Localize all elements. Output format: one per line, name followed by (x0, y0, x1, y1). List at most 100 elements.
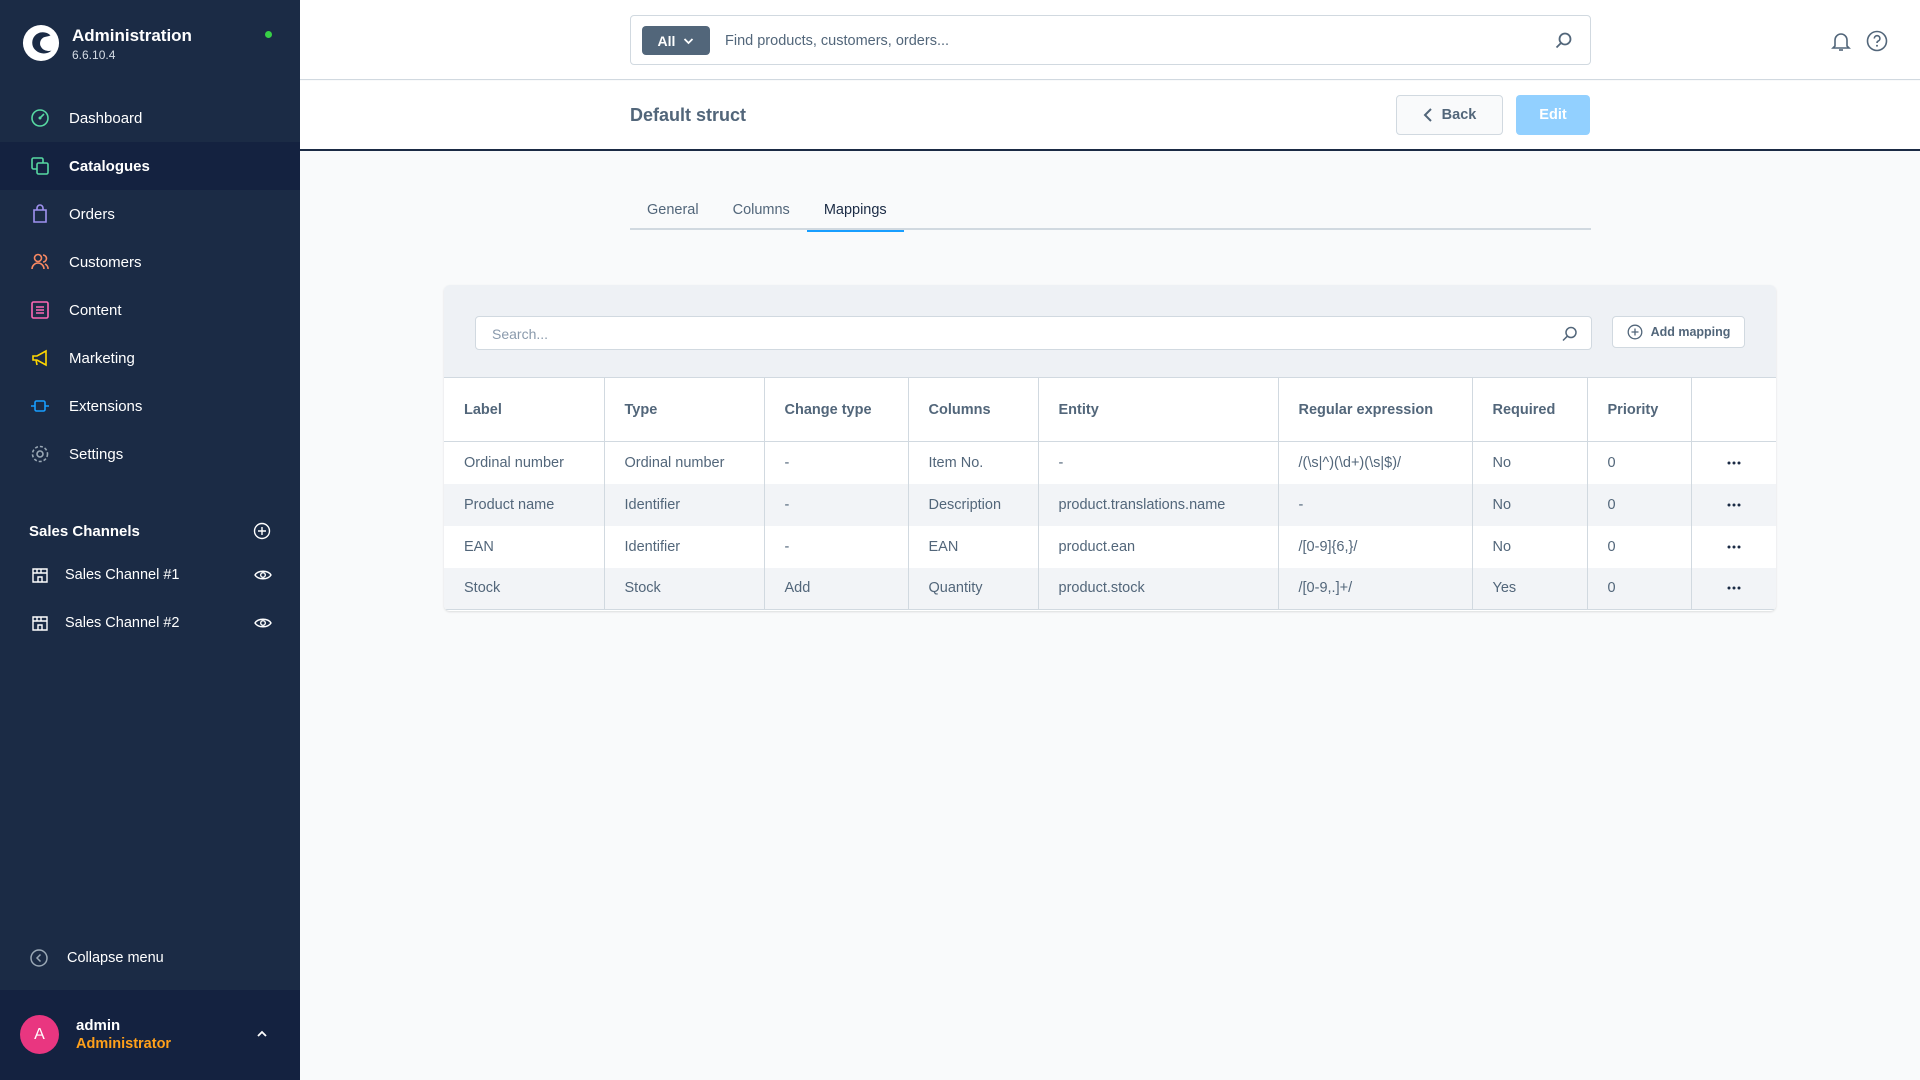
eye-icon[interactable] (254, 616, 272, 630)
search-type-select[interactable]: All (642, 26, 710, 55)
mappings-search-input[interactable] (492, 323, 1552, 345)
top-bar: All (300, 0, 1920, 80)
context-menu-button[interactable] (1722, 453, 1746, 473)
user-menu[interactable]: A admin Administrator (0, 990, 300, 1080)
sales-channels-title: Sales Channels (29, 522, 140, 540)
dashboard-icon (29, 107, 51, 129)
actions-header (1691, 377, 1776, 442)
nav-item-orders[interactable]: Orders (0, 190, 300, 238)
cell-change-type: - (764, 525, 909, 568)
cell-actions (1691, 483, 1776, 526)
column-header[interactable]: Columns (908, 377, 1039, 442)
smart-bar: Default struct Back Edit (300, 81, 1920, 151)
cell-columns: Quantity (908, 567, 1039, 610)
cell-change-type: - (764, 483, 909, 526)
column-header[interactable]: Priority (1587, 377, 1692, 442)
add-sales-channel-icon[interactable] (253, 522, 271, 540)
marketing-icon (29, 347, 51, 369)
nav-label: Catalogues (69, 157, 150, 175)
nav-item-dashboard[interactable]: Dashboard (0, 94, 300, 142)
search-icon[interactable] (1561, 325, 1579, 343)
bell-icon[interactable] (1830, 30, 1852, 52)
add-mapping-button[interactable]: Add mapping (1612, 316, 1745, 348)
table-row: EAN Identifier - EAN product.ean /[0-9]{… (444, 525, 1776, 568)
collapse-menu-label: Collapse menu (67, 950, 164, 966)
content-icon (29, 299, 51, 321)
cell-regex: - (1278, 483, 1473, 526)
plus-circle-icon (1627, 324, 1643, 340)
nav-label: Content (69, 301, 122, 319)
cell-entity: product.translations.name (1038, 483, 1279, 526)
nav-label: Settings (69, 445, 124, 463)
main-nav: Dashboard Catalogues Orders Customers Co… (0, 94, 300, 478)
sales-channel-item[interactable]: Sales Channel #1 (0, 551, 300, 599)
nav-label: Marketing (69, 349, 135, 367)
tab-mappings[interactable]: Mappings (806, 196, 904, 232)
help-icon[interactable] (1866, 30, 1888, 52)
sales-channel-item[interactable]: Sales Channel #2 (0, 599, 300, 647)
cell-columns: Item No. (908, 441, 1039, 484)
nav-label: Dashboard (69, 109, 143, 127)
cell-label: Ordinal number (444, 441, 605, 484)
storefront-icon (29, 612, 51, 634)
cell-priority: 0 (1587, 483, 1692, 526)
shopware-logo-icon (22, 24, 60, 62)
edit-button[interactable]: Edit (1516, 95, 1590, 135)
cell-columns: Description (908, 483, 1039, 526)
cell-actions (1691, 567, 1776, 610)
cell-regex: /[0-9]{6,}/ (1278, 525, 1473, 568)
search-icon[interactable] (1554, 31, 1574, 51)
chevron-up-icon[interactable] (254, 1026, 270, 1042)
more-horizontal-icon (1727, 586, 1741, 590)
app-title: Administration (72, 26, 192, 45)
back-button[interactable]: Back (1396, 95, 1503, 135)
nav-label: Orders (69, 205, 115, 223)
nav-item-marketing[interactable]: Marketing (0, 334, 300, 382)
tab-general[interactable]: General (630, 196, 716, 230)
cell-type: Identifier (604, 525, 765, 568)
column-header[interactable]: Label (444, 377, 605, 442)
sales-channel-list: Sales Channel #1 Sales Channel #2 (0, 551, 300, 647)
storefront-icon (29, 564, 51, 586)
table-header-row: Label Type Change type Columns Entity Re… (444, 377, 1776, 442)
orders-icon (29, 203, 51, 225)
cell-regex: /[0-9,.]+/ (1278, 567, 1473, 610)
user-name: admin (76, 1017, 121, 1034)
nav-item-customers[interactable]: Customers (0, 238, 300, 286)
global-search-input[interactable] (725, 28, 1525, 54)
nav-item-settings[interactable]: Settings (0, 430, 300, 478)
column-header[interactable]: Required (1472, 377, 1588, 442)
cell-label: Product name (444, 483, 605, 526)
nav-item-content[interactable]: Content (0, 286, 300, 334)
column-header[interactable]: Change type (764, 377, 909, 442)
more-horizontal-icon (1727, 503, 1741, 506)
eye-icon[interactable] (254, 568, 272, 582)
catalogue-icon (29, 155, 51, 177)
cell-label: EAN (444, 525, 605, 568)
nav-item-extensions[interactable]: Extensions (0, 382, 300, 430)
chevron-left-icon (1423, 108, 1432, 122)
sidebar: Administration 6.6.10.4 Dashboard Catalo… (0, 0, 300, 1080)
column-header[interactable]: Regular expression (1278, 377, 1473, 442)
context-menu-button[interactable] (1722, 578, 1746, 598)
chevron-left-circle-icon (30, 949, 48, 967)
collapse-menu-button[interactable]: Collapse menu (29, 946, 164, 970)
brand: Administration 6.6.10.4 (20, 22, 280, 66)
page-title: Default struct (630, 105, 747, 125)
nav-label: Extensions (69, 397, 143, 415)
table-row: Ordinal number Ordinal number - Item No.… (444, 441, 1776, 484)
chevron-down-icon (684, 37, 694, 44)
more-horizontal-icon (1727, 461, 1741, 465)
context-menu-button[interactable] (1722, 537, 1746, 557)
column-header[interactable]: Entity (1038, 377, 1279, 442)
global-search: All (630, 15, 1591, 65)
extensions-icon (29, 395, 51, 417)
cell-change-type: Add (764, 567, 909, 610)
tab-columns[interactable]: Columns (716, 196, 807, 230)
context-menu-button[interactable] (1722, 495, 1746, 515)
column-header[interactable]: Type (604, 377, 765, 442)
avatar: A (20, 1015, 59, 1054)
nav-item-catalogues[interactable]: Catalogues (0, 142, 300, 190)
customers-icon (29, 251, 51, 273)
add-mapping-label: Add mapping (1650, 325, 1731, 339)
